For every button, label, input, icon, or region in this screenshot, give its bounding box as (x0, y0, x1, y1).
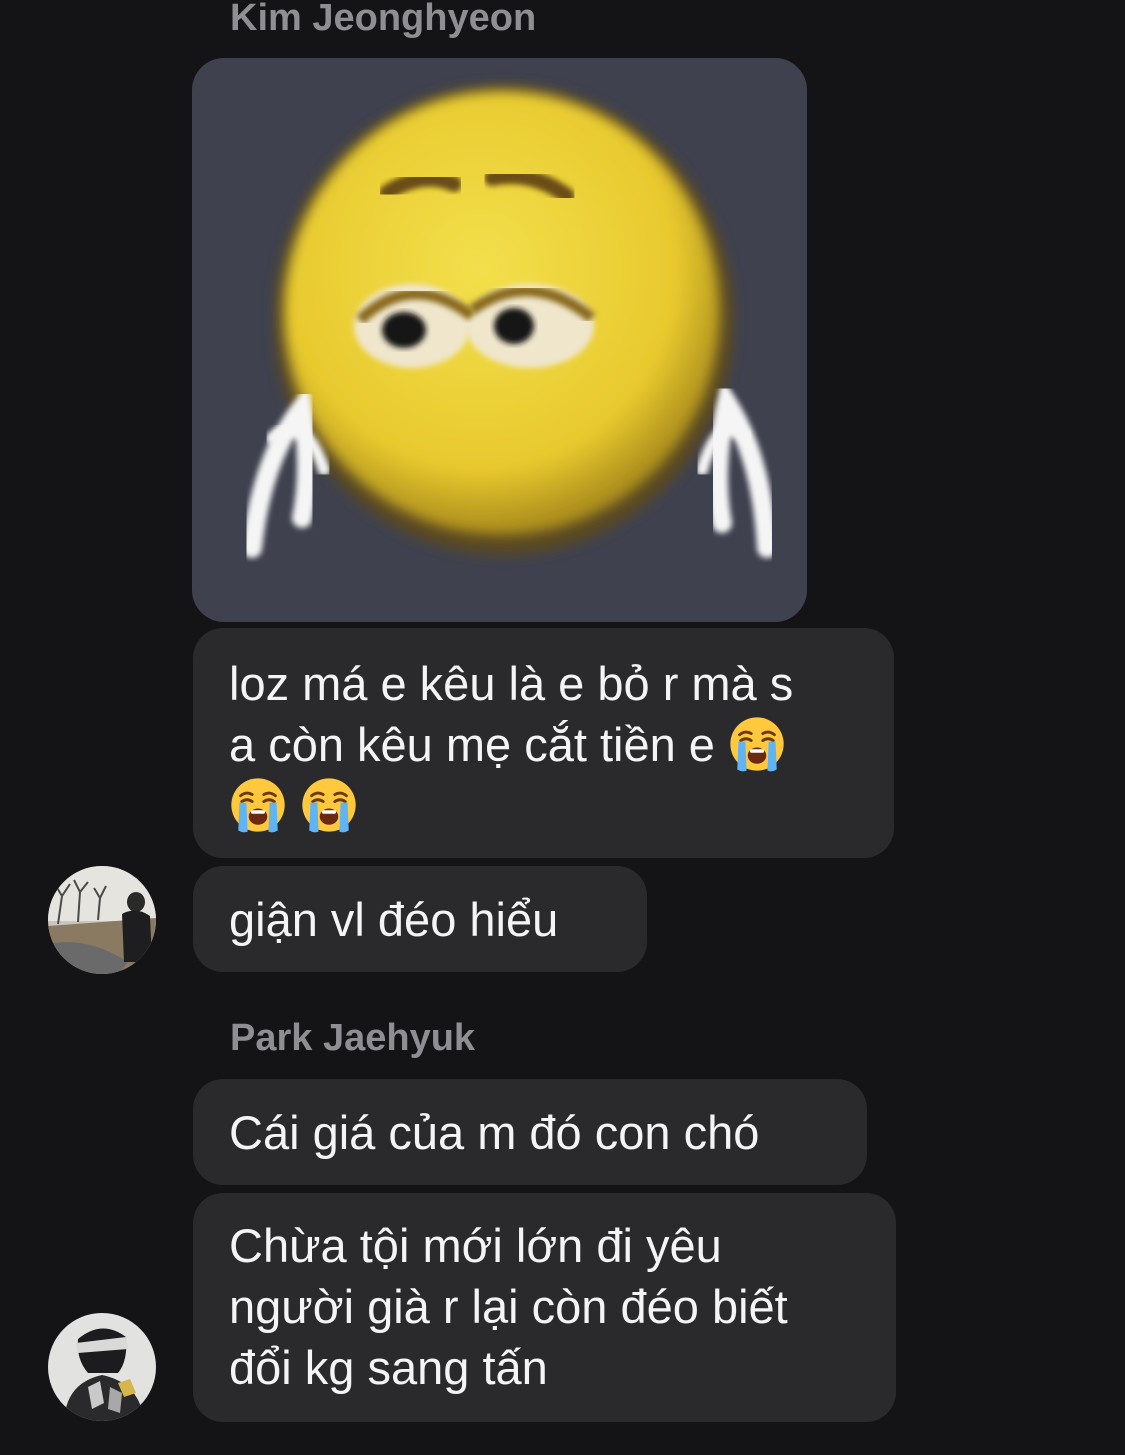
loudly-crying-face-icon (728, 715, 786, 773)
message-text-line: giận vl đéo hiểu (229, 893, 559, 946)
loudly-crying-face-icon (300, 776, 358, 834)
message-text-line: đổi kg sang tấn (229, 1341, 548, 1394)
avatar[interactable] (48, 1313, 156, 1421)
avatar-photo-icon (48, 866, 156, 974)
message-text-line: a còn kêu mẹ cắt tiền e (229, 714, 858, 775)
message-bubble[interactable]: Cái giá của m đó con chó (193, 1079, 867, 1185)
image-message[interactable] (192, 58, 807, 622)
message-emoji-line (229, 775, 858, 836)
message-bubble[interactable]: Chừa tội mới lớn đi yêu người già r lại … (193, 1193, 896, 1422)
avatar[interactable] (48, 866, 156, 974)
message-text-line: người già r lại còn đéo biết (229, 1280, 788, 1333)
sender-name: Park Jaehyuk (230, 1017, 476, 1059)
message-bubble[interactable]: loz má e kêu là e bỏ r mà s a còn kêu mẹ… (193, 628, 894, 858)
avatar-photo-icon (48, 1313, 156, 1421)
sender-name: Kim Jeonghyeon (230, 0, 537, 39)
message-text-line: loz má e kêu là e bỏ r mà s (229, 657, 794, 710)
message-text-line: Cái giá của m đó con chó (229, 1106, 760, 1159)
message-bubble[interactable]: giận vl đéo hiểu (193, 866, 647, 972)
message-text-line: Chừa tội mới lớn đi yêu (229, 1219, 722, 1272)
loudly-crying-face-icon (229, 776, 287, 834)
